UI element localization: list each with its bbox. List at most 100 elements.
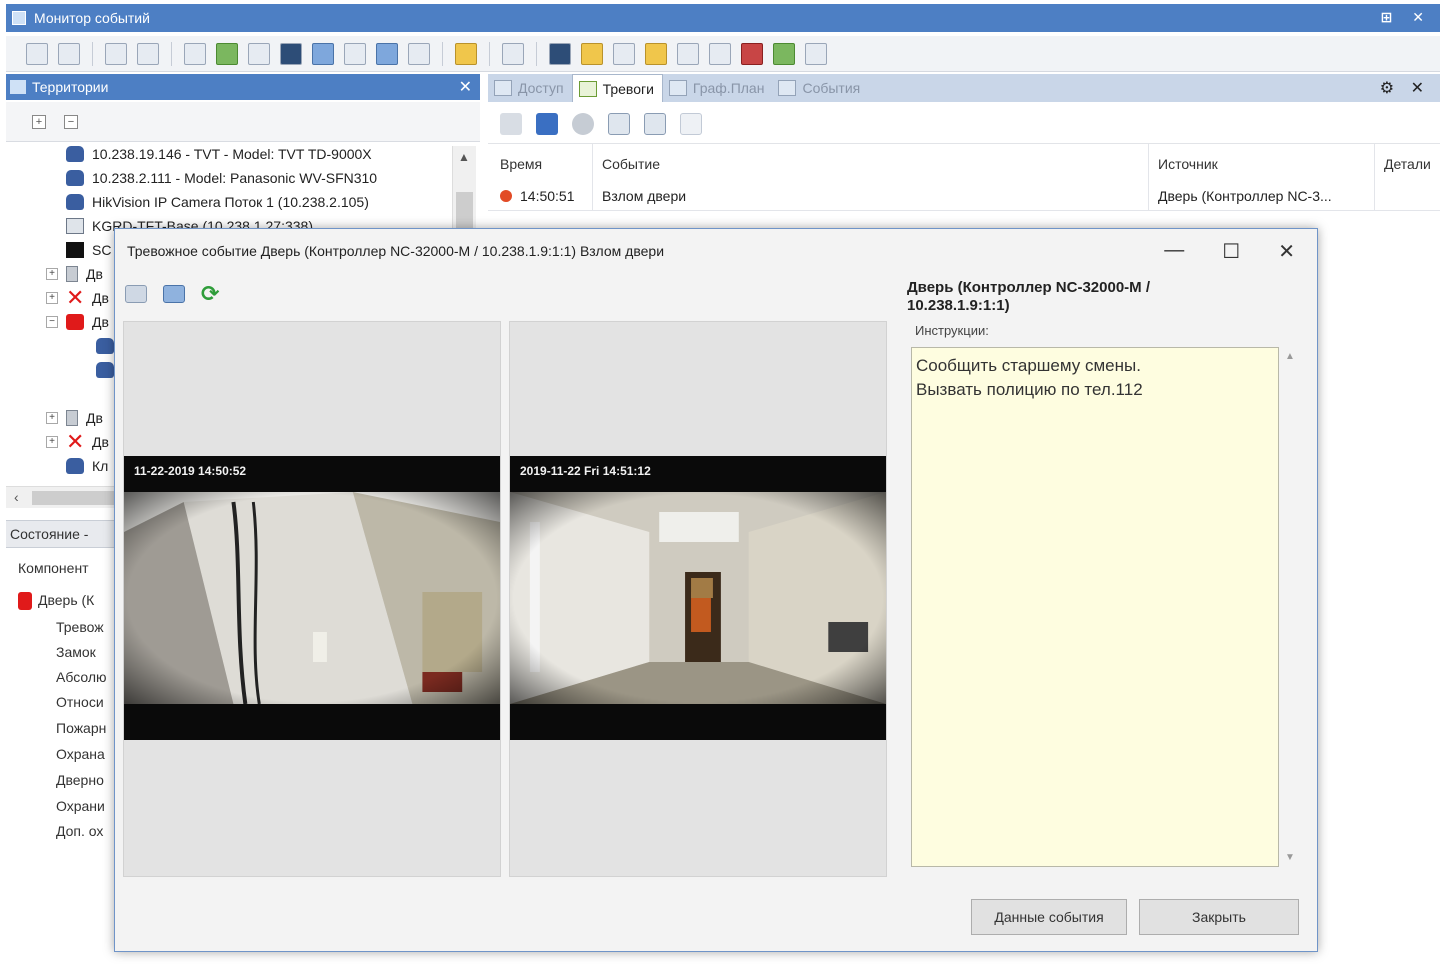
collapse-all-icon[interactable]: − bbox=[64, 114, 78, 129]
fire-icon[interactable] bbox=[741, 42, 763, 65]
state-item[interactable]: Абсолю bbox=[56, 669, 107, 685]
tab-events[interactable]: События bbox=[772, 75, 868, 101]
main-window-titlebar: Монитор событий ⊞ ✕ bbox=[6, 4, 1440, 32]
expand-icon[interactable]: + bbox=[46, 292, 58, 304]
network-icon[interactable] bbox=[408, 42, 430, 65]
tree-item[interactable]: SC bbox=[66, 238, 111, 262]
monitor-icon[interactable] bbox=[280, 42, 302, 65]
column-header-event[interactable]: Событие bbox=[602, 156, 660, 172]
table-row-time[interactable]: 14:50:51 bbox=[500, 188, 575, 204]
alarm-icon[interactable] bbox=[216, 42, 238, 65]
plan-icon bbox=[668, 80, 687, 96]
state-item[interactable]: Охрана bbox=[56, 746, 105, 762]
state-item[interactable]: Пожарн bbox=[56, 720, 106, 736]
state-item[interactable]: Дверь (К bbox=[18, 592, 94, 611]
tree-item[interactable]: Кл bbox=[66, 454, 108, 478]
events-icon[interactable] bbox=[312, 42, 334, 65]
controller-icon[interactable] bbox=[677, 42, 699, 65]
tab-alarms[interactable]: Тревоги bbox=[571, 74, 663, 102]
tree-item[interactable]: Дв bbox=[66, 262, 103, 286]
card-icon[interactable] bbox=[581, 42, 603, 65]
expand-icon[interactable]: + bbox=[46, 412, 58, 424]
close-icon[interactable]: ✕ bbox=[1278, 239, 1295, 264]
tabs-controls[interactable]: ⚙ ✕ bbox=[1380, 78, 1430, 98]
table-row-source[interactable]: Дверь (Контроллер NC-3... bbox=[1158, 188, 1332, 204]
close-icon[interactable]: ✕ bbox=[459, 77, 472, 97]
separator bbox=[171, 41, 172, 66]
reader-icon[interactable] bbox=[613, 42, 635, 65]
state-item[interactable]: Дверно bbox=[56, 772, 104, 788]
grid-icon[interactable] bbox=[58, 42, 80, 65]
column-header-details[interactable]: Детали bbox=[1384, 156, 1431, 172]
key-icon[interactable] bbox=[455, 42, 477, 65]
scroll-up-icon[interactable]: ▲ bbox=[1285, 351, 1295, 362]
column-header-time[interactable]: Время bbox=[500, 156, 542, 172]
acknowledge-icon[interactable] bbox=[572, 112, 594, 135]
video-panel-1[interactable]: 11-22-2019 14:50:52 bbox=[123, 321, 501, 877]
tree-item[interactable]: HikVision IP Camera Поток 1 (10.238.2.10… bbox=[66, 190, 369, 214]
tree-item[interactable]: 10.238.2.111 - Model: Panasonic WV-SFN31… bbox=[66, 166, 377, 190]
territory-icon bbox=[10, 80, 26, 94]
expand-all-icon[interactable]: + bbox=[32, 114, 46, 129]
state-item[interactable]: Замок bbox=[56, 644, 96, 660]
expand-icon[interactable]: + bbox=[46, 268, 58, 280]
state-item[interactable]: Тревож bbox=[56, 619, 104, 635]
instructions-scrollbar[interactable]: ▲ ▼ bbox=[1281, 347, 1299, 867]
tree-item[interactable]: Дв bbox=[66, 406, 103, 430]
video-icon[interactable] bbox=[536, 112, 558, 135]
door-icon bbox=[66, 410, 78, 426]
camera-view-image bbox=[124, 492, 500, 704]
video-panel-2[interactable]: 2019-11-22 Fri 14:51:12 bbox=[509, 321, 887, 877]
tab-graphic-plan[interactable]: Граф.План bbox=[663, 75, 773, 101]
close-button[interactable]: Закрыть bbox=[1139, 899, 1299, 935]
camera-icon[interactable] bbox=[137, 42, 159, 65]
camera-icon bbox=[66, 170, 84, 186]
pin-icon[interactable] bbox=[500, 112, 522, 135]
refresh-icon[interactable] bbox=[773, 42, 795, 65]
settings-icon[interactable] bbox=[805, 42, 827, 65]
zone-icon[interactable] bbox=[645, 42, 667, 65]
tree-item-label: Дв bbox=[86, 410, 103, 426]
maximize-icon[interactable]: ☐ bbox=[1222, 239, 1240, 264]
plan-icon[interactable] bbox=[248, 42, 270, 65]
scroll-down-icon[interactable]: ▼ bbox=[1285, 852, 1295, 863]
tree-item[interactable]: ✕ Дв bbox=[66, 286, 109, 310]
refresh-icon[interactable]: ⟳ bbox=[201, 283, 223, 305]
report-icon[interactable] bbox=[344, 42, 366, 65]
tree-icon[interactable] bbox=[105, 42, 127, 65]
alarm-door-icon bbox=[66, 314, 84, 330]
layout-icon[interactable] bbox=[26, 42, 48, 65]
scroll-up-icon[interactable]: ▲ bbox=[458, 150, 470, 164]
instructions-text[interactable]: Сообщить старшему смены. Вызвать полицию… bbox=[911, 347, 1279, 867]
territory-toolbar: + − bbox=[6, 102, 480, 142]
state-item[interactable]: Охрани bbox=[56, 798, 105, 814]
layout-single-icon[interactable] bbox=[125, 285, 147, 303]
collapse-icon[interactable]: − bbox=[46, 316, 58, 328]
access-icon[interactable] bbox=[184, 42, 206, 65]
tab-access[interactable]: Доступ bbox=[488, 75, 572, 101]
event-data-button[interactable]: Данные события bbox=[971, 899, 1127, 935]
tree-item-label: Дв bbox=[86, 266, 103, 282]
layout-multi-icon[interactable] bbox=[163, 285, 185, 303]
window-controls[interactable]: ⊞ ✕ bbox=[1381, 9, 1432, 26]
checklist-icon[interactable] bbox=[502, 42, 524, 65]
column-divider bbox=[1148, 144, 1149, 210]
scroll-left-icon[interactable]: ‹ bbox=[14, 489, 19, 505]
print-icon[interactable] bbox=[644, 112, 666, 135]
copy-icon[interactable] bbox=[680, 112, 702, 135]
camera-view-image bbox=[510, 492, 886, 704]
tree-item[interactable]: ✕ Дв bbox=[66, 430, 109, 454]
server-icon[interactable] bbox=[709, 42, 731, 65]
users-icon[interactable] bbox=[376, 42, 398, 65]
territory-panel-title: Территории bbox=[32, 79, 109, 95]
state-item[interactable]: Относи bbox=[56, 694, 104, 710]
table-row-event[interactable]: Взлом двери bbox=[602, 188, 686, 204]
minimize-icon[interactable]: — bbox=[1164, 239, 1184, 264]
expand-icon[interactable]: + bbox=[46, 436, 58, 448]
door-icon[interactable] bbox=[549, 42, 571, 65]
column-header-source[interactable]: Источник bbox=[1158, 156, 1218, 172]
state-item[interactable]: Доп. ох bbox=[56, 823, 103, 839]
tree-item[interactable]: 10.238.19.146 - TVT - Model: TVT TD-9000… bbox=[66, 142, 372, 166]
edit-icon[interactable] bbox=[608, 112, 630, 135]
tree-item[interactable]: Дв bbox=[66, 310, 109, 334]
